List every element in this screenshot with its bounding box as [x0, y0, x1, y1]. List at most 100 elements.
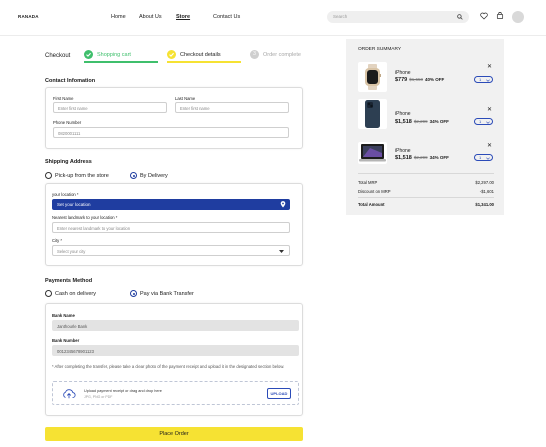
cart-icon[interactable]: [496, 12, 504, 20]
step-label: Order complete: [263, 52, 301, 58]
landmark-field[interactable]: Enter nearest landmark to your location: [52, 222, 290, 233]
payment-section-title: Payments Method: [45, 278, 93, 284]
product-price: $1,518 $2,299 34% OFF: [395, 155, 449, 161]
step-label: Shopping cart: [97, 52, 131, 58]
quantity-value: 1: [479, 119, 482, 124]
first-name-label: First Name: [53, 96, 74, 101]
city-value: Select your city: [57, 249, 86, 254]
radio-circle: [130, 172, 137, 179]
search-input[interactable]: Search: [327, 11, 469, 23]
upload-button[interactable]: UPLOAD: [267, 388, 291, 399]
delivery-label: By Delivery: [140, 172, 168, 179]
nav-about[interactable]: About Us: [139, 14, 162, 20]
transfer-note: * After completing the transfer, please …: [52, 364, 285, 369]
remove-item-icon[interactable]: ✕: [487, 142, 492, 149]
location-label: your location *: [52, 192, 79, 197]
search-icon[interactable]: [457, 14, 463, 20]
step-order-complete[interactable]: 3 Order complete: [250, 48, 310, 62]
price-discount: 34% OFF: [429, 155, 449, 160]
product-image-laptop: [358, 142, 387, 164]
quantity-select[interactable]: 1: [474, 118, 493, 125]
product-name: iPhone: [395, 111, 411, 117]
quantity-select[interactable]: 1: [474, 154, 493, 161]
search-placeholder: Search: [333, 14, 348, 19]
chevron-down-icon: [279, 250, 284, 253]
radio-circle: [130, 290, 137, 297]
last-name-field[interactable]: Enter first name: [175, 102, 289, 113]
step-number: 3: [250, 50, 259, 59]
cloud-upload-icon: [63, 389, 76, 399]
upload-text: Upload payment receipt or drag and drop …: [84, 389, 162, 393]
price-mrp: $2,299: [413, 155, 428, 160]
bank-number-field: 0012345678901123: [52, 345, 299, 356]
product-price: $779 $1,650 40% OFF: [395, 77, 444, 83]
brand-logo[interactable]: RANADA: [18, 14, 39, 19]
chevron-down-icon: [486, 156, 490, 160]
price-discount: 40% OFF: [425, 77, 445, 82]
remove-item-icon[interactable]: ✕: [487, 106, 492, 113]
total-mrp-value: $2,297.00: [475, 180, 494, 185]
nav-home[interactable]: Home: [111, 14, 126, 20]
price-current: $1,518: [395, 119, 412, 125]
total-amount-row: Total Amount $1,341.00: [358, 202, 494, 207]
last-name-label: Last Name: [175, 96, 196, 101]
order-summary-panel: ORDER SUMMARY iPhone $779 $1,650 40% OFF ✕…: [346, 39, 504, 215]
price-mrp: $2,299: [413, 119, 428, 124]
pickup-label: Pick-up from the store: [55, 172, 109, 179]
summary-divider: [358, 197, 494, 198]
summary-divider: [358, 173, 494, 174]
shipping-section-title: Shipping Address: [45, 159, 92, 165]
remove-item-icon[interactable]: ✕: [487, 63, 492, 70]
bank-transfer-label: Pay via Bank Transfer: [140, 290, 194, 297]
price-current: $1,518: [395, 155, 412, 161]
product-image-watch: [358, 62, 387, 92]
set-location-button[interactable]: Set your location: [52, 199, 290, 210]
city-label: City *: [52, 238, 63, 243]
radio-circle: [45, 172, 52, 179]
total-amount-value: $1,341.00: [475, 202, 494, 207]
checkout-heading: Checkout: [45, 53, 71, 59]
cod-label: Cash on delivery: [55, 290, 96, 297]
contact-section-title: Contact Infomation: [45, 78, 96, 84]
city-select[interactable]: Select your city: [52, 245, 290, 256]
total-amount-label: Total Amount: [358, 202, 385, 207]
price-discount: 34% OFF: [429, 119, 449, 124]
phone-label: Phone Number: [53, 120, 82, 125]
chevron-down-icon: [486, 120, 490, 124]
top-header: RANADA Home About Us Store Contact Us Se…: [0, 0, 546, 36]
place-order-button[interactable]: Place Order: [45, 427, 303, 441]
phone-field[interactable]: 0820001111: [53, 127, 289, 138]
price-mrp: $1,650: [409, 77, 424, 82]
bank-number-label: Bank Number: [52, 338, 80, 343]
step-shopping-cart[interactable]: Shopping cart: [84, 48, 158, 63]
avatar[interactable]: [512, 11, 524, 23]
product-price: $1,518 $2,299 34% OFF: [395, 119, 449, 125]
quantity-value: 1: [479, 155, 482, 160]
step-underline: [84, 61, 158, 63]
landmark-label: Nearest landmark to your location *: [52, 215, 118, 220]
chevron-down-icon: [486, 78, 490, 82]
check-icon: [84, 50, 93, 59]
product-image-phone: [358, 99, 387, 129]
nav-store[interactable]: Store: [176, 14, 190, 20]
heart-icon[interactable]: [480, 12, 488, 20]
step-label: Checkout details: [180, 52, 221, 58]
check-icon: [167, 50, 176, 59]
nav-contact[interactable]: Contact Us: [213, 14, 240, 20]
receipt-dropzone[interactable]: Upload payment receipt or drag and drop …: [52, 381, 299, 405]
product-name: iPhone: [395, 148, 411, 154]
radio-circle: [45, 290, 52, 297]
bank-name-label: Bank Name: [52, 313, 75, 318]
total-mrp-label: Total MRP: [358, 180, 378, 185]
bank-name-field: Janthourle Bank: [52, 320, 299, 331]
quantity-select[interactable]: 1: [474, 76, 493, 83]
first-name-field[interactable]: Enter first name: [53, 102, 167, 113]
contact-card: First Name Enter first name Last Name En…: [45, 87, 303, 149]
discount-label: Discount on MRP: [358, 189, 391, 194]
location-pin-icon: [280, 201, 286, 208]
upload-formats: JPG, PNG or PDF: [84, 395, 113, 399]
discount-value: -$1,601: [479, 189, 494, 194]
location-value: Set your location: [57, 202, 91, 207]
step-underline: [167, 61, 241, 63]
step-checkout-details[interactable]: Checkout details: [167, 48, 241, 63]
